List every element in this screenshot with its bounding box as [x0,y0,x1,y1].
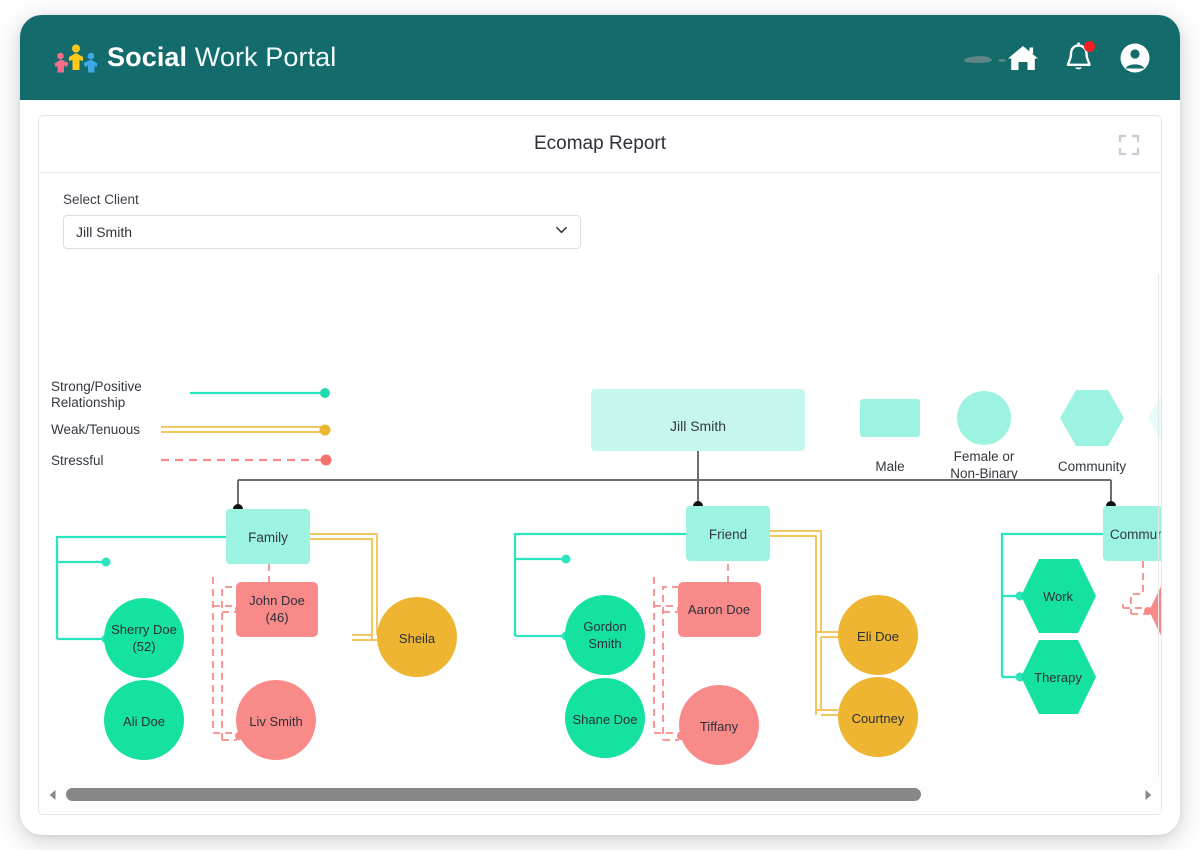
scroll-right-arrow-icon[interactable] [1135,777,1161,813]
header-actions [1006,41,1152,75]
legend-line-0-label-2: Relationship [51,395,125,410]
card-titlebar: Ecomap Report [39,116,1161,173]
ecomap-node-therapy[interactable]: Therapy [1021,640,1096,714]
client-select[interactable]: Jill Smith [63,215,581,249]
friend-weak-links [770,531,838,715]
scroll-left-arrow-icon[interactable] [40,777,66,813]
ecomap-node-courtney[interactable]: Courtney [838,677,918,757]
ecomap-node-john-doe[interactable]: John Doe (46) [236,582,318,637]
shape-legend-extra-hexagon [1148,390,1161,446]
node-label-line1: Eli Doe [857,629,899,644]
shape-legend-female-circle [957,391,1011,445]
user-avatar-icon[interactable] [1118,41,1152,75]
ecomap-node-shane-doe[interactable]: Shane Doe [565,678,645,758]
node-label-line2: Therapy [1034,670,1082,685]
chevron-down-icon [554,222,569,242]
shape-legend-female-label-2: Non-Binary [950,466,1018,481]
legend-weak-dot [320,425,331,436]
node-label-line1: Sherry Doe [111,622,177,637]
node-shape [104,598,184,678]
node-label-line1: Work [1043,589,1074,604]
node-shape [1149,574,1161,648]
select-client-block: Select Client Jill Smith [63,192,581,249]
bell-icon[interactable] [1062,41,1096,75]
shape-legend-community-hexagon [1060,390,1124,446]
ecomap-node-family[interactable]: Family [226,509,310,564]
legend-strong-dot [320,388,330,398]
ecomap-node-ali-doe[interactable]: Ali Doe [104,680,184,760]
shape-legend-female-label-1: Female or [954,449,1015,464]
horizontal-scroll-track[interactable] [66,777,1135,813]
friend-node-label: Friend [709,527,747,542]
node-label-line1: Sheila [399,631,436,646]
node-label-line1: John Doe [249,593,305,608]
node-label-line1: Gordon [583,619,626,634]
ecomap-node-liv-smith[interactable]: Liv Smith [236,680,316,760]
select-client-label: Select Client [63,192,581,207]
link-dot [562,555,571,564]
node-label-line1: Shane Doe [572,712,637,727]
node-label-line1: Tiffany [700,719,739,734]
client-select-value: Jill Smith [76,224,132,240]
link-dot [102,558,111,567]
node-label-line2: Smith [588,636,621,651]
family-weak-links [310,534,377,640]
legend-stressful-dot [321,455,332,466]
fullscreen-icon[interactable] [1117,133,1141,157]
ecomap-node-aaron-doe[interactable]: Aaron Doe [678,582,761,637]
page-title: Ecomap Report [534,133,666,155]
shape-legend: Male Female or Non-Binary Community [860,390,1161,481]
ecomap-node-clipped-community[interactable]: S T [1149,574,1161,648]
brand-text-light: Work Portal [187,42,336,72]
node-label-line1: Aaron Doe [688,602,750,617]
ecomap-node-sheila[interactable]: Sheila [377,597,457,677]
legend-line-1-label: Weak/Tenuous [51,422,140,437]
family-node-label: Family [248,530,288,545]
shape-legend-male-label: Male [875,459,904,474]
ecomap-canvas[interactable]: Strong/Positive Relationship Weak/Tenuou… [40,274,1161,779]
notification-badge [1084,41,1095,52]
ecomap-node-tiffany[interactable]: Tiffany [679,685,759,765]
connector-endpoint-dots [233,501,1116,514]
ecomap-report-card: Ecomap Report Select Client Jill Smith [38,115,1162,815]
portal-header: Social Work Portal [20,15,1180,100]
app-window: Social Work Portal [20,15,1180,835]
brand-text-bold: Social [107,42,187,72]
legend-line-0-label-1: Strong/Positive [51,379,142,394]
node-label-line2: (52) [132,639,155,654]
community-stressful-links [1123,561,1146,614]
node-label-line1: Liv Smith [249,714,302,729]
header-artifact [964,56,992,63]
ecomap-node-client[interactable]: Jill Smith [591,389,805,451]
community-node-label: Community [1110,527,1161,542]
home-icon[interactable] [1006,41,1040,75]
brand-text: Social Work Portal [107,42,336,73]
node-shape [565,595,645,675]
shape-legend-community-label: Community [1058,459,1127,474]
brand-logo-group[interactable]: Social Work Portal [54,42,336,73]
canvas-right-edge [1158,274,1159,779]
node-label-line1: Courtney [852,711,905,726]
ecomap-node-gordon-smith[interactable]: Gordon Smith [565,595,645,675]
shape-legend-male-rect [860,399,920,437]
ecomap-node-work[interactable]: Work [1021,559,1096,633]
client-node-label: Jill Smith [670,418,726,434]
legend-line-2-label: Stressful [51,453,104,468]
social-work-portal-logo-icon [54,43,98,73]
horizontal-scrollbar[interactable] [40,777,1161,813]
ecomap-node-sherry-doe[interactable]: Sherry Doe (52) [104,598,184,678]
horizontal-scroll-thumb[interactable] [66,788,921,801]
ecomap-node-friend[interactable]: Friend [686,506,770,561]
node-label-line1: Ali Doe [123,714,165,729]
ecomap-node-community[interactable]: Community [1103,506,1161,561]
node-label-line2: (46) [265,610,288,625]
header-artifact [998,59,1006,62]
ecomap-node-eli-doe[interactable]: Eli Doe [838,595,918,675]
line-legend: Strong/Positive Relationship Weak/Tenuou… [51,379,332,468]
